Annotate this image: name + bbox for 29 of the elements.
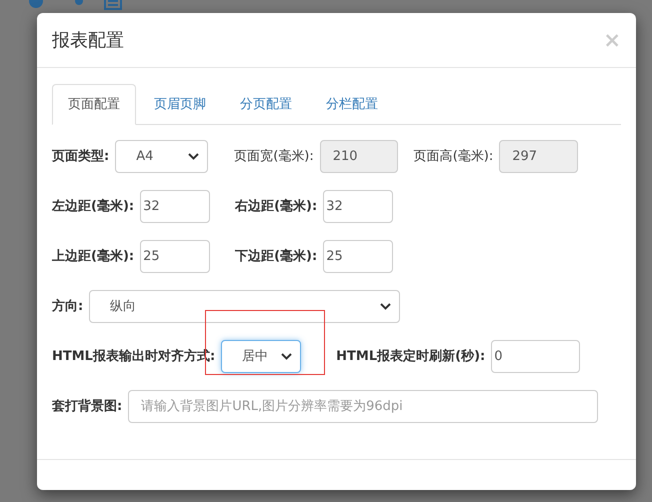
select-dropdown[interactable]: 纵向 bbox=[89, 290, 400, 323]
readonly-field: 210 bbox=[320, 140, 398, 173]
field-label: 页面高(毫米): bbox=[414, 148, 494, 166]
field-label: 套打背景图: bbox=[52, 398, 122, 416]
select-dropdown[interactable]: A4 bbox=[115, 140, 208, 173]
field-label: HTML报表定时刷新(秒): bbox=[336, 348, 486, 366]
tab[interactable]: 页面配置 bbox=[52, 84, 136, 125]
tab[interactable]: 分页配置 bbox=[224, 84, 308, 125]
readonly-field: 297 bbox=[499, 140, 578, 173]
chevron-down-icon bbox=[281, 353, 292, 360]
field-label: 下边距(毫米): bbox=[235, 248, 318, 266]
tab[interactable]: 页眉页脚 bbox=[138, 84, 222, 125]
chevron-down-icon bbox=[380, 303, 392, 310]
chevron-down-icon bbox=[188, 153, 200, 160]
input-field[interactable]: 32 bbox=[323, 190, 394, 223]
dialog-title: 报表配置 bbox=[52, 28, 124, 52]
field-label: 左边距(毫米): bbox=[52, 198, 134, 216]
input-field[interactable]: 32 bbox=[140, 190, 210, 223]
input-field[interactable]: 请输入背景图片URL,图片分辨率需要为96dpi bbox=[128, 390, 598, 423]
field-label: 页面宽(毫米): bbox=[234, 148, 314, 166]
field-label: 页面类型: bbox=[52, 148, 110, 166]
field-label: 方向: bbox=[52, 298, 84, 316]
input-field[interactable]: 0 bbox=[491, 340, 580, 373]
field-label: 上边距(毫米): bbox=[52, 248, 134, 266]
field-label: 右边距(毫米): bbox=[235, 198, 318, 216]
input-field[interactable]: 25 bbox=[140, 240, 210, 273]
input-field[interactable]: 25 bbox=[323, 240, 394, 273]
tab[interactable]: 分栏配置 bbox=[310, 84, 394, 125]
select-dropdown[interactable]: 居中 bbox=[221, 340, 302, 373]
